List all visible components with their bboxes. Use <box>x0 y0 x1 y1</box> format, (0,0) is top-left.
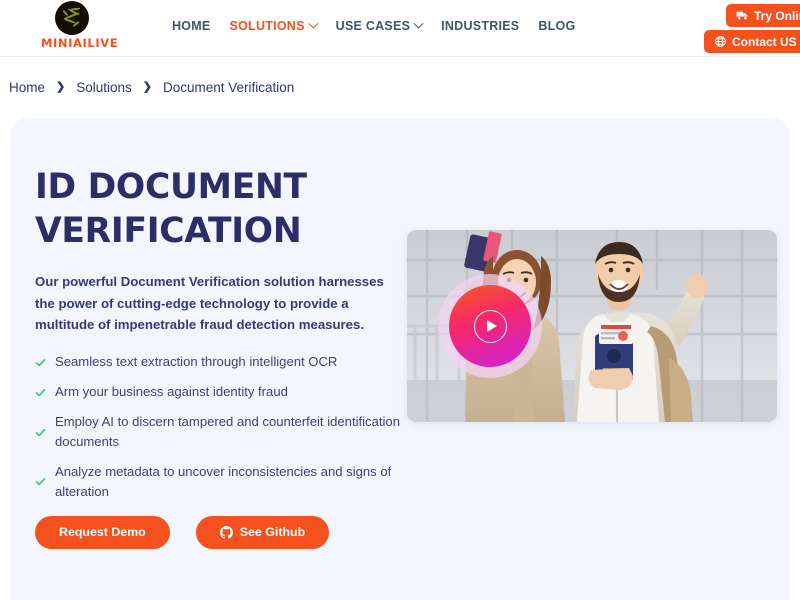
nav-label-industries: INDUSTRIES <box>441 19 520 33</box>
nav-label-use-cases: USE CASES <box>335 19 411 33</box>
chevron-down-icon <box>308 18 319 29</box>
hero-content: ID DOCUMENT VERIFICATION Our powerful Do… <box>35 165 430 549</box>
nav-item-industries[interactable]: INDUSTRIES <box>441 19 519 33</box>
check-icon <box>35 428 46 436</box>
nav-label-solutions: SOLUTIONS <box>229 19 305 33</box>
check-icon <box>35 358 46 367</box>
play-video-button[interactable] <box>449 285 531 367</box>
request-demo-button[interactable]: Request Demo <box>35 515 170 549</box>
site-header: MINIAILIVE HOME SOLUTIONS USE CASES INDU… <box>0 0 800 57</box>
breadcrumb-item-solutions[interactable]: Solutions <box>76 80 132 95</box>
nav-item-home[interactable]: HOME <box>172 19 211 33</box>
feature-text: Seamless text extraction through intelli… <box>55 354 338 370</box>
nav-item-blog[interactable]: BLOG <box>538 19 575 33</box>
main-nav: HOME SOLUTIONS USE CASES INDUSTRIES BLOG <box>172 18 575 33</box>
list-item: Analyze metadata to uncover inconsistenc… <box>35 462 415 502</box>
globe-icon <box>715 36 726 47</box>
breadcrumb-separator: ❯ <box>56 80 66 93</box>
check-icon <box>35 478 46 486</box>
feature-text: Arm your business against identity fraud <box>55 384 288 400</box>
github-icon <box>219 525 233 539</box>
nav-item-solutions[interactable]: SOLUTIONS <box>229 18 319 33</box>
contact-us-button[interactable]: Contact US <box>704 30 800 53</box>
contact-us-label: Contact US <box>732 34 797 49</box>
hero-section: ID DOCUMENT VERIFICATION Our powerful Do… <box>10 118 790 600</box>
see-github-button[interactable]: See Github <box>195 515 330 549</box>
site-logo[interactable]: MINIAILIVE <box>41 1 119 50</box>
list-item: Employ AI to discern tampered and counte… <box>35 412 415 452</box>
request-demo-label: Request Demo <box>59 525 146 540</box>
list-item: Seamless text extraction through intelli… <box>35 352 415 372</box>
breadcrumb: Home ❯ Solutions ❯ Document Verification <box>0 57 800 117</box>
try-online-button[interactable]: Try Online <box>726 4 800 27</box>
nav-label-blog: BLOG <box>538 19 576 33</box>
feature-text: Employ AI to discern tampered and counte… <box>55 414 400 450</box>
breadcrumb-item-home[interactable]: Home <box>9 80 45 95</box>
try-online-label: Try Online <box>754 8 800 23</box>
feature-text: Analyze metadata to uncover inconsistenc… <box>55 464 392 499</box>
breadcrumb-separator: ❯ <box>142 80 152 93</box>
feature-list: Seamless text extraction through intelli… <box>35 352 430 501</box>
truck-icon <box>736 11 748 20</box>
logo-text: MINIAILIVE <box>41 36 119 50</box>
chevron-down-icon <box>413 18 424 29</box>
hero-description: Our powerful Document Verification solut… <box>35 274 384 333</box>
see-github-label: See Github <box>239 525 306 540</box>
play-icon <box>473 309 507 343</box>
palm-circle-logo-icon <box>55 1 89 35</box>
breadcrumb-item-document-verification[interactable]: Document Verification <box>163 80 294 95</box>
check-icon <box>35 388 46 397</box>
page-title: ID DOCUMENT VERIFICATION <box>35 167 307 252</box>
cta-row: Request Demo See Github <box>35 515 430 549</box>
nav-label-home: HOME <box>172 19 211 33</box>
list-item: Arm your business against identity fraud <box>35 382 415 402</box>
nav-item-use-cases[interactable]: USE CASES <box>335 18 424 33</box>
header-actions: Try Online Contact US <box>654 2 800 56</box>
